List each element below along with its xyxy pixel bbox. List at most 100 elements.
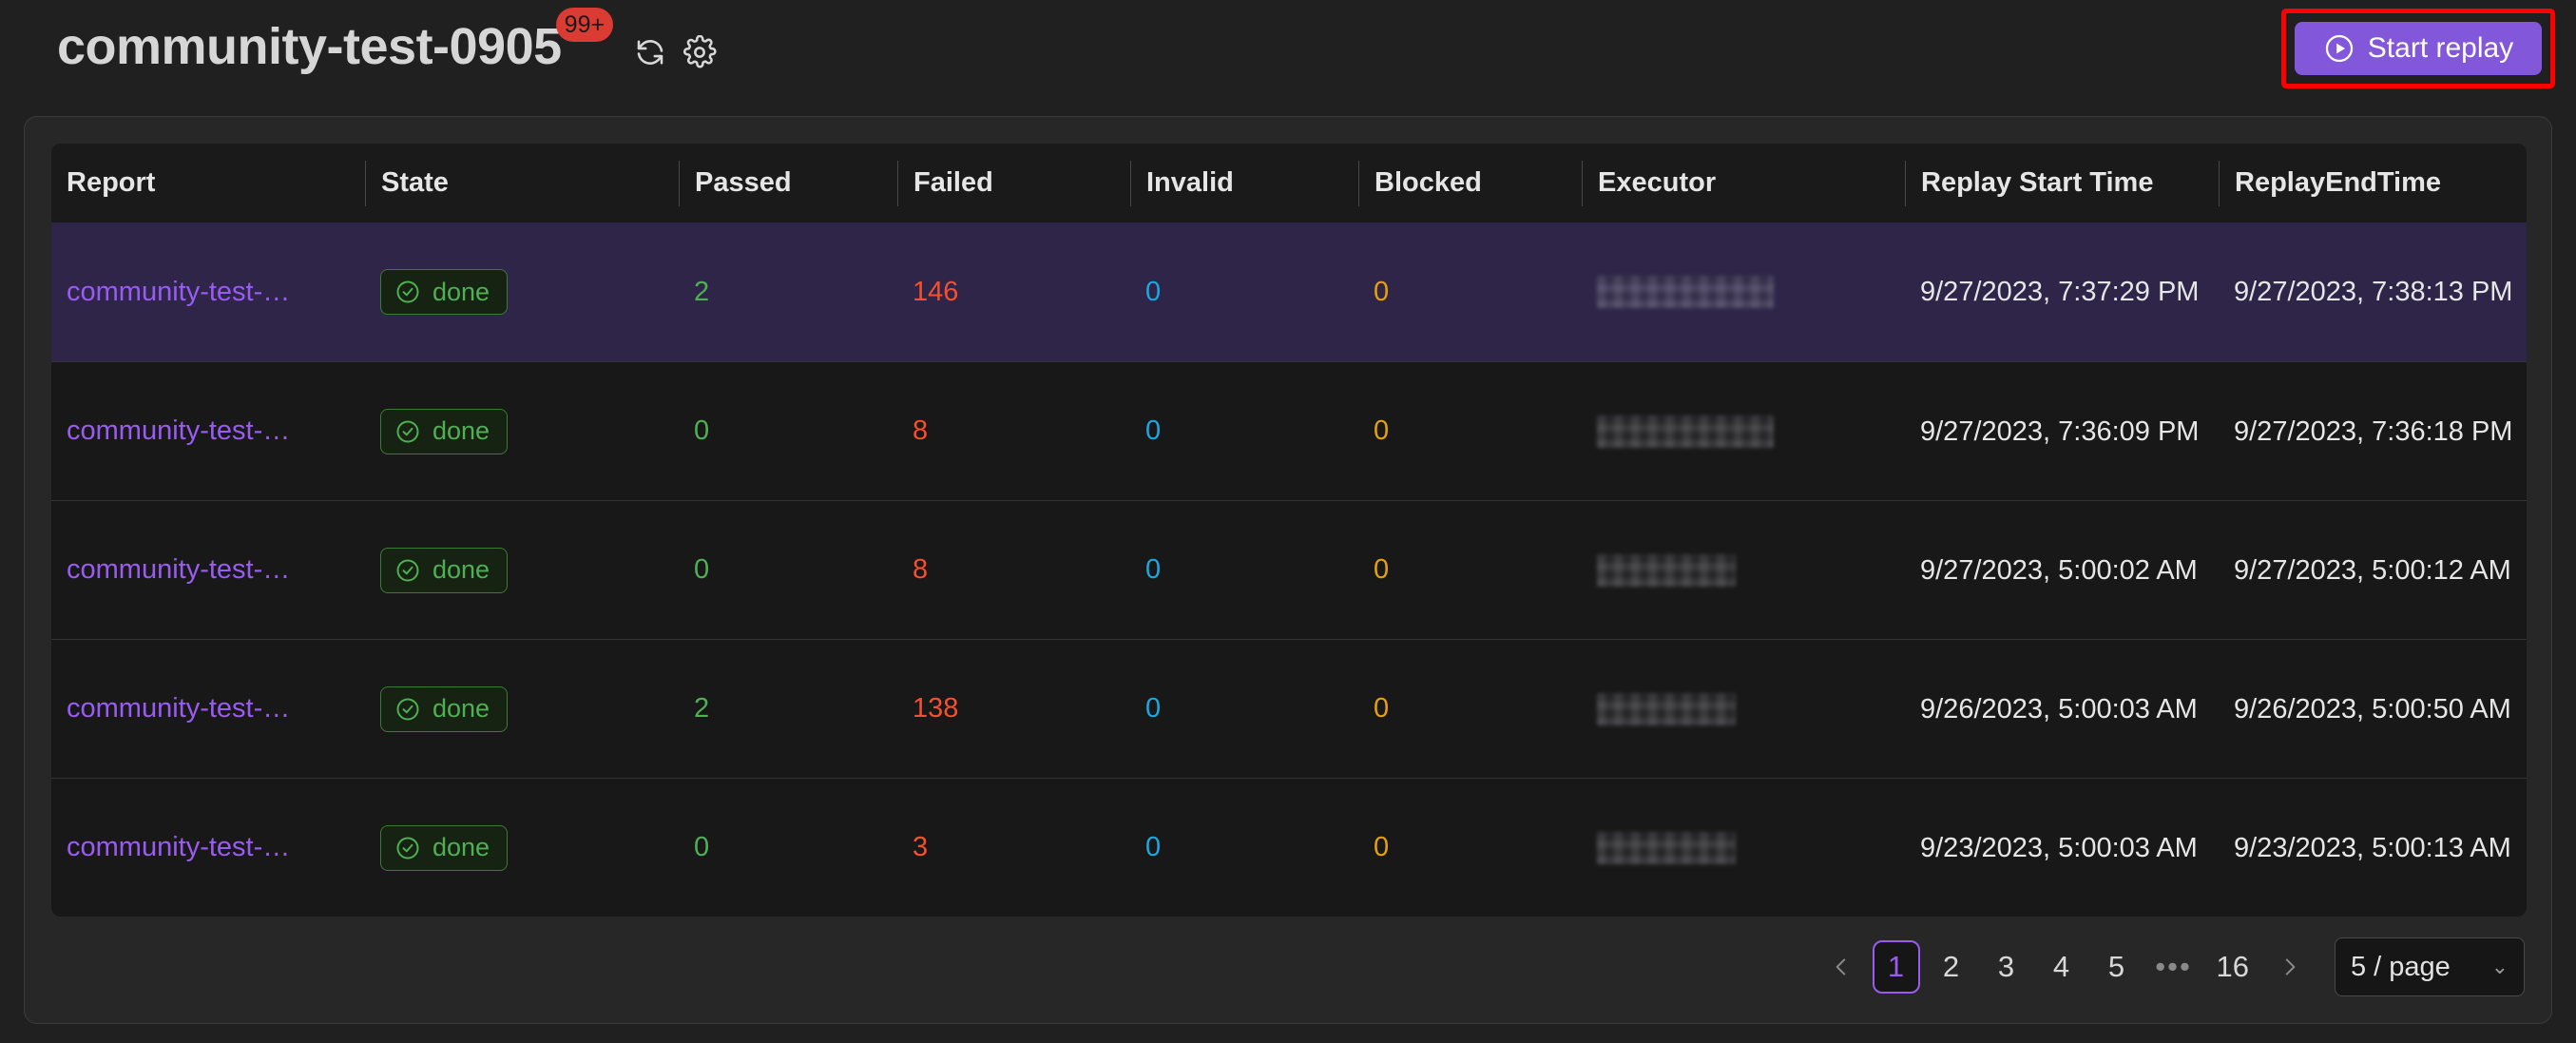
- report-link[interactable]: community-test-…: [67, 277, 290, 308]
- passed-cell: 0: [679, 362, 897, 500]
- table-row[interactable]: community-test-… done 0 8 0 0 9/27/2023, 7:36:…: [51, 361, 2527, 500]
- executor-redacted: [1597, 692, 1736, 725]
- replay-end-time-cell: 9/27/2023, 7:36:18 PM: [2219, 362, 2527, 500]
- pagination-page-1[interactable]: 1: [1872, 940, 1920, 994]
- invalid-cell: 0: [1130, 501, 1358, 639]
- executor-cell: [1582, 362, 1905, 500]
- report-link[interactable]: community-test-…: [67, 832, 290, 863]
- column-header-report[interactable]: Report: [51, 161, 365, 206]
- reports-card: Report State Passed Failed Invalid Block…: [24, 116, 2552, 1024]
- replay-start-time-value: 9/27/2023, 7:36:09 PM: [1920, 415, 2200, 447]
- column-header-replay-end-time[interactable]: ReplayEndTime: [2219, 160, 2527, 206]
- pagination-last-page[interactable]: 16: [2207, 940, 2259, 994]
- invalid-cell: 0: [1130, 222, 1358, 361]
- table-row[interactable]: community-test-… done 0 8 0 0 9/27/2023, 5:00:…: [51, 500, 2527, 639]
- state-cell: done: [365, 501, 679, 639]
- pagination: 12345 ••• 16 5 / page ⌄: [1817, 937, 2525, 996]
- replay-end-time-value: 9/23/2023, 5:00:13 AM: [2234, 832, 2511, 863]
- replay-start-time-cell: 9/27/2023, 7:36:09 PM: [1905, 362, 2219, 500]
- notification-badge: 99+: [555, 8, 614, 42]
- replay-start-time-value: 9/27/2023, 5:00:02 AM: [1920, 554, 2198, 586]
- failed-value: 3: [913, 832, 929, 862]
- column-header-passed[interactable]: Passed: [679, 160, 897, 206]
- pagination-ellipsis[interactable]: •••: [2148, 950, 2200, 984]
- replay-start-time-cell: 9/26/2023, 5:00:03 AM: [1905, 640, 2219, 778]
- invalid-cell: 0: [1130, 640, 1358, 778]
- executor-redacted: [1597, 276, 1774, 308]
- status-badge: done: [380, 269, 509, 315]
- column-header-replay-start-time[interactable]: Replay Start Time: [1905, 160, 2219, 206]
- table-row[interactable]: community-test-… done 2 146 0 0 9/27/2023, 7:3…: [51, 222, 2527, 361]
- invalid-value: 0: [1145, 554, 1162, 585]
- column-header-state[interactable]: State: [365, 160, 679, 206]
- blocked-cell: 0: [1358, 640, 1582, 778]
- executor-cell: [1582, 501, 1905, 639]
- passed-value: 2: [694, 693, 710, 724]
- status-badge: done: [380, 824, 509, 871]
- failed-value: 8: [913, 554, 929, 585]
- play-circle-icon: [2323, 32, 2355, 65]
- gear-icon[interactable]: [682, 34, 718, 70]
- failed-value: 8: [913, 415, 929, 446]
- replay-end-time-value: 9/26/2023, 5:00:50 AM: [2234, 693, 2511, 724]
- passed-value: 0: [694, 554, 710, 585]
- start-replay-button[interactable]: Start replay: [2295, 22, 2542, 75]
- passed-cell: 2: [679, 640, 897, 778]
- replay-start-time-value: 9/23/2023, 5:00:03 AM: [1920, 832, 2198, 863]
- passed-cell: 2: [679, 222, 897, 361]
- state-cell: done: [365, 779, 679, 917]
- invalid-value: 0: [1145, 832, 1162, 862]
- column-header-failed[interactable]: Failed: [897, 160, 1130, 206]
- status-badge-label: done: [433, 833, 490, 861]
- app-root: community-test-0905 99+ Start replay Rep…: [0, 0, 2576, 1043]
- blocked-value: 0: [1374, 415, 1390, 446]
- passed-value: 2: [694, 276, 710, 307]
- status-badge-label: done: [433, 555, 490, 584]
- report-cell: community-test-…: [51, 779, 365, 917]
- blocked-value: 0: [1374, 832, 1390, 862]
- report-link[interactable]: community-test-…: [67, 693, 290, 724]
- column-header-blocked[interactable]: Blocked: [1358, 160, 1582, 206]
- page-header: community-test-0905 99+ Start replay: [0, 0, 2576, 105]
- pagination-page-4[interactable]: 4: [2038, 940, 2086, 994]
- state-cell: done: [365, 222, 679, 361]
- pagination-page-3[interactable]: 3: [1983, 940, 2030, 994]
- column-header-invalid[interactable]: Invalid: [1130, 160, 1358, 206]
- state-cell: done: [365, 362, 679, 500]
- invalid-value: 0: [1145, 415, 1162, 446]
- executor-cell: [1582, 222, 1905, 361]
- replay-end-time-cell: 9/27/2023, 7:38:13 PM: [2219, 222, 2527, 361]
- replay-end-time-value: 9/27/2023, 7:38:13 PM: [2234, 277, 2513, 307]
- pagination-prev-button[interactable]: [1817, 943, 1865, 991]
- table-header-row: Report State Passed Failed Invalid Block…: [51, 144, 2527, 222]
- status-badge-label: done: [433, 694, 490, 723]
- report-link[interactable]: community-test-…: [67, 415, 290, 447]
- failed-cell: 8: [897, 362, 1130, 500]
- replay-start-time-cell: 9/23/2023, 5:00:03 AM: [1905, 779, 2219, 917]
- replay-start-time-value: 9/26/2023, 5:00:03 AM: [1920, 693, 2198, 724]
- check-circle-icon: [394, 418, 421, 445]
- report-link[interactable]: community-test-…: [67, 554, 290, 586]
- page-size-select[interactable]: 5 / page ⌄: [2335, 937, 2525, 996]
- replay-end-time-value: 9/27/2023, 5:00:12 AM: [2234, 554, 2511, 586]
- refresh-icon[interactable]: [632, 34, 668, 70]
- replay-end-time-cell: 9/23/2023, 5:00:13 AM: [2219, 779, 2527, 917]
- table-row[interactable]: community-test-… done 2 138 0 0 9/26/2023, 5:0…: [51, 639, 2527, 778]
- failed-value: 146: [913, 276, 959, 307]
- invalid-value: 0: [1145, 276, 1162, 307]
- start-replay-label: Start replay: [2367, 32, 2514, 64]
- pagination-page-5[interactable]: 5: [2093, 940, 2141, 994]
- failed-cell: 146: [897, 222, 1130, 361]
- table-body: community-test-… done 2 146 0 0 9/27/2023, 7:3…: [51, 222, 2527, 917]
- replay-end-time-cell: 9/27/2023, 5:00:12 AM: [2219, 501, 2527, 639]
- pagination-page-2[interactable]: 2: [1928, 940, 1975, 994]
- column-header-executor[interactable]: Executor: [1582, 160, 1905, 206]
- table-row[interactable]: community-test-… done 0 3 0 0 9/23/2023, 5:00:…: [51, 778, 2527, 917]
- replay-end-time-cell: 9/26/2023, 5:00:50 AM: [2219, 640, 2527, 778]
- passed-value: 0: [694, 415, 710, 446]
- page-size-label: 5 / page: [2351, 951, 2451, 982]
- report-cell: community-test-…: [51, 362, 365, 500]
- check-circle-icon: [394, 696, 421, 723]
- pagination-next-button[interactable]: [2266, 943, 2314, 991]
- passed-cell: 0: [679, 501, 897, 639]
